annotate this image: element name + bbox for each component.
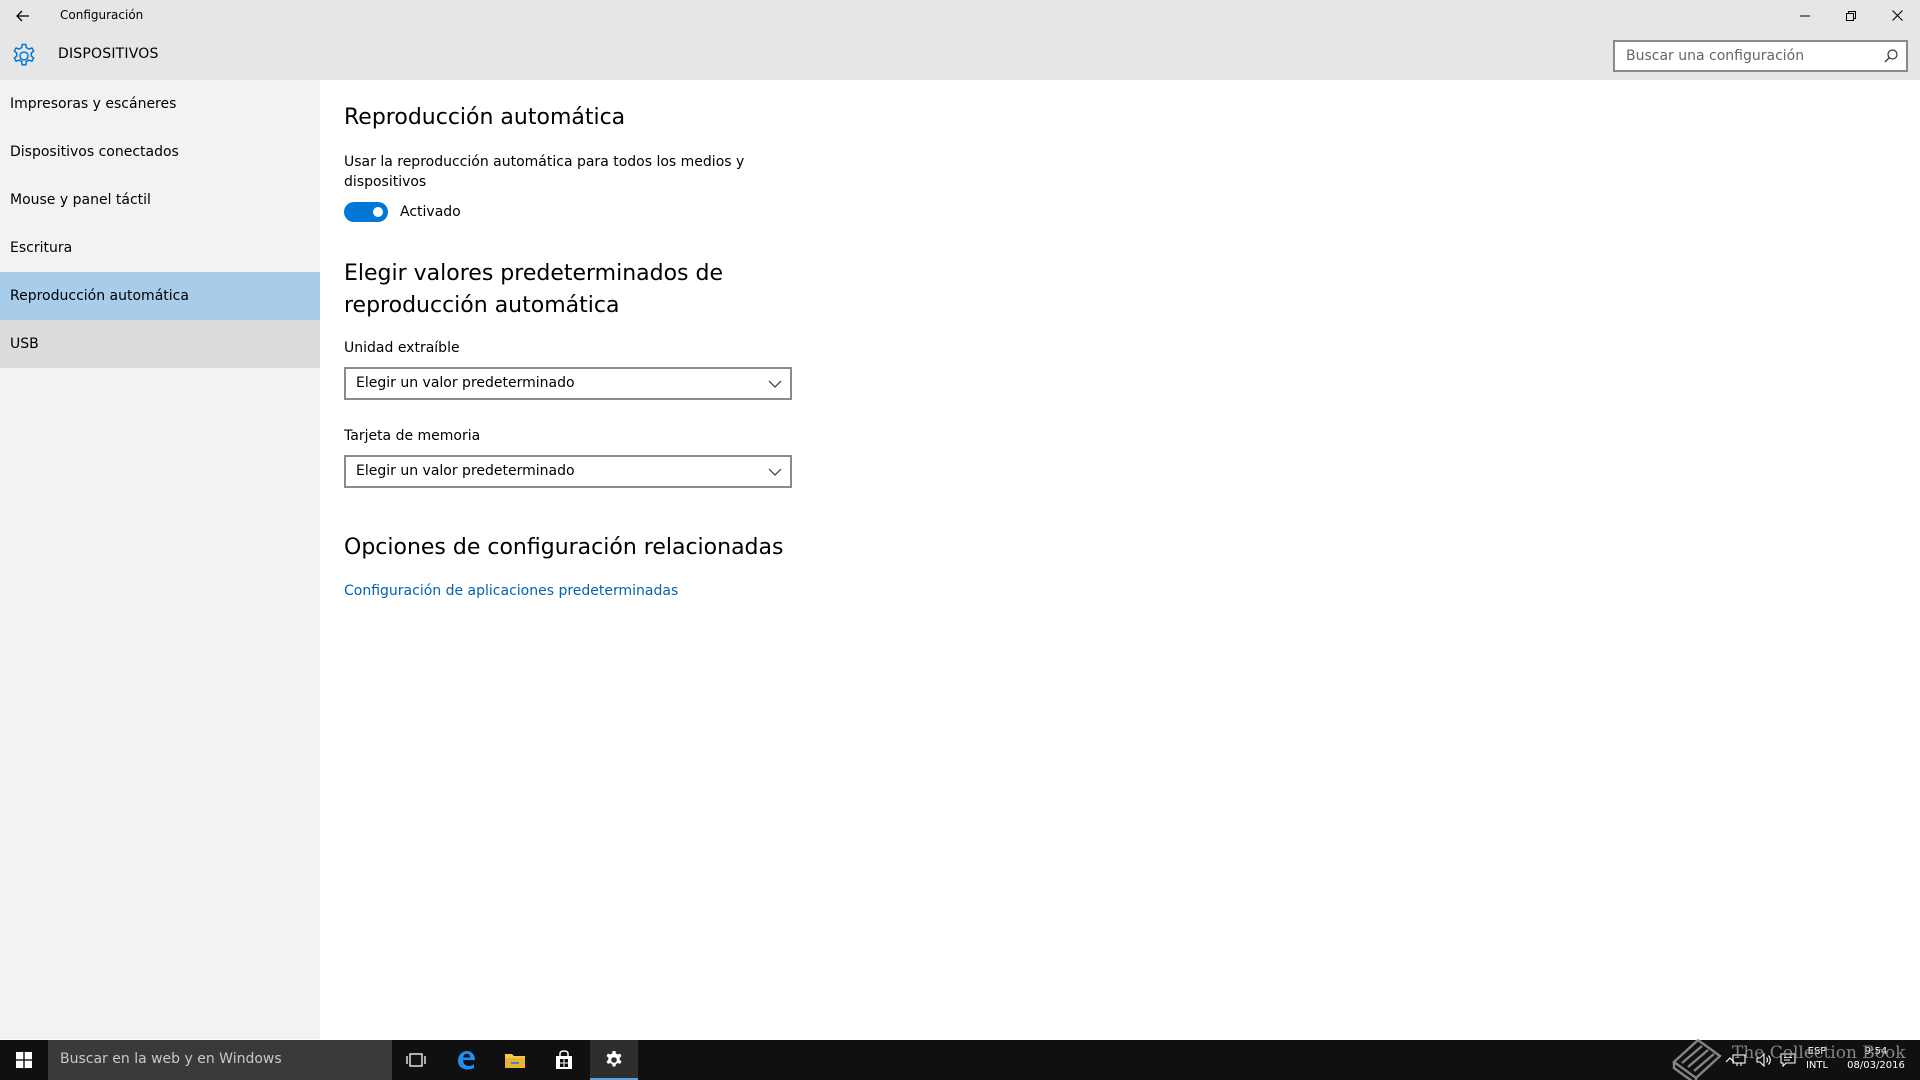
section-title: DISPOSITIVOS [58,46,159,62]
sidebar-item-label: Impresoras y escáneres [10,96,177,112]
start-button[interactable] [0,1040,48,1080]
sidebar-item-label: Mouse y panel táctil [10,192,151,208]
close-button[interactable] [1874,0,1920,31]
sidebar-item-label: USB [10,336,39,352]
window-title: Configuración [60,8,144,22]
sidebar-item-usb[interactable]: USB [0,320,320,368]
minimize-button[interactable] [1782,0,1828,31]
removable-drive-label: Unidad extraíble [344,340,460,356]
sidebar-item-printers[interactable]: Impresoras y escáneres [0,80,320,128]
memory-card-dropdown[interactable]: Elegir un valor predeterminado [344,455,792,488]
dropdown-value: Elegir un valor predeterminado [356,375,575,391]
memory-card-label: Tarjeta de memoria [344,428,481,444]
file-explorer-button[interactable] [491,1040,539,1080]
settings-taskbar-button[interactable] [590,1040,638,1080]
sidebar-item-connected-devices[interactable]: Dispositivos conectados [0,128,320,176]
edge-button[interactable] [442,1040,490,1080]
back-button[interactable] [0,0,46,31]
title-bar: Configuración [0,0,1920,31]
sidebar-item-typing[interactable]: Escritura [0,224,320,272]
settings-search-box[interactable] [1613,40,1908,72]
taskbar-search-box[interactable]: Buscar en la web y en Windows [48,1040,392,1080]
search-input[interactable] [1624,42,1874,70]
toggle-state-label: Activado [400,204,461,220]
watermark-text: The Collection Book [1732,1043,1906,1063]
windows-start-icon [16,1052,32,1068]
taskbar-search-placeholder: Buscar en la web y en Windows [60,1051,282,1067]
autoplay-description: Usar la reproducción automática para tod… [344,154,745,190]
sidebar-item-label: Escritura [10,240,73,256]
settings-header: DISPOSITIVOS [0,31,1920,80]
page-title: Reproducción automática [344,105,626,130]
edge-icon [458,1051,475,1070]
store-icon [556,1050,572,1069]
minimize-icon [1800,15,1810,16]
gear-icon [606,1051,622,1067]
related-settings-heading: Opciones de configuración relacionadas [344,535,784,560]
restore-button[interactable] [1828,0,1874,31]
dropdown-value: Elegir un valor predeterminado [356,463,575,479]
main-content: Reproducción automática Usar la reproduc… [320,80,1920,1039]
defaults-heading-line1: Elegir valores predeterminados de [344,261,724,286]
restore-icon [1846,10,1856,21]
toggle-knob [373,207,383,217]
search-icon[interactable] [1883,48,1899,64]
gear-icon [13,43,35,66]
taskbar: Buscar en la web y en Windows ESP INTL 9… [0,1038,1920,1080]
store-button[interactable] [540,1040,588,1080]
task-view-button[interactable] [392,1040,440,1080]
folder-icon [505,1054,525,1068]
sidebar-item-mouse-touchpad[interactable]: Mouse y panel táctil [0,176,320,224]
sidebar-item-label: Dispositivos conectados [10,144,179,160]
defaults-heading: Elegir valores predeterminados de reprod… [344,258,723,322]
sidebar-item-label: Reproducción automática [10,288,189,304]
task-view-icon [406,1053,426,1067]
defaults-heading-line2: reproducción automática [344,293,620,318]
close-icon [1891,10,1903,21]
back-arrow-icon [16,10,29,21]
removable-drive-dropdown[interactable]: Elegir un valor predeterminado [344,367,792,400]
chevron-down-icon [768,468,782,476]
autoplay-toggle[interactable] [344,202,388,222]
default-apps-link[interactable]: Configuración de aplicaciones predetermi… [344,583,678,599]
chevron-down-icon [768,380,782,388]
sidebar: Impresoras y escáneres Dispositivos cone… [0,80,320,1039]
book-watermark-icon [1672,1038,1722,1080]
sidebar-item-autoplay[interactable]: Reproducción automática [0,272,320,320]
